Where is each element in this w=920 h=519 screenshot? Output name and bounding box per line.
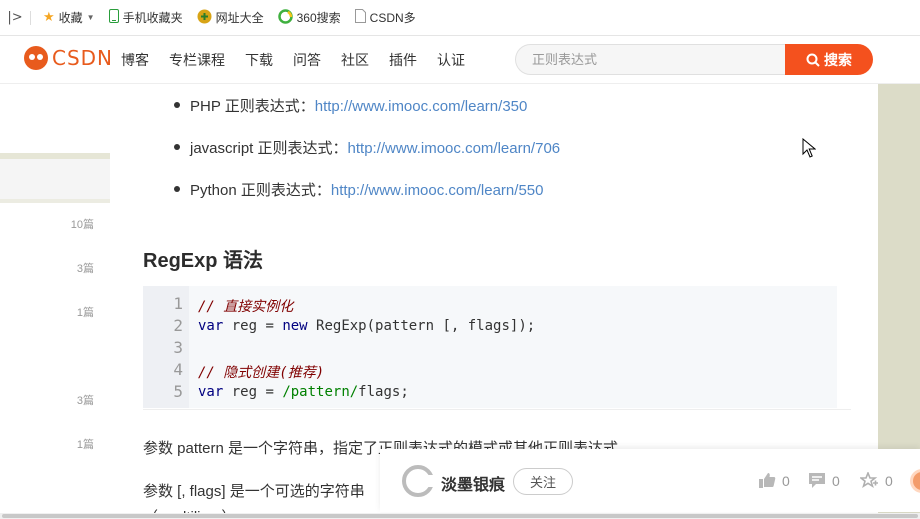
favorite-button[interactable]: 0 bbox=[860, 472, 893, 489]
360-search-icon bbox=[277, 8, 293, 27]
bullet-dot bbox=[174, 144, 180, 151]
sidebar-divider bbox=[0, 199, 110, 203]
list-item: PHP 正则表达式：http://www.imooc.com/learn/350 bbox=[174, 95, 527, 116]
bookmark-favorites[interactable]: ★ 收藏 ▼ bbox=[43, 9, 95, 26]
bookmark-label: 360搜索 bbox=[296, 11, 341, 25]
bookmark-label: CSDN多 bbox=[369, 11, 416, 25]
sidebar-toggle-icon[interactable]: |> bbox=[0, 10, 30, 25]
comment-icon bbox=[809, 473, 825, 488]
code-text: RegExp(pattern [, flags]); bbox=[307, 318, 536, 334]
logo-mascot-icon bbox=[24, 46, 48, 70]
nav-item-qa[interactable]: 问答 bbox=[293, 50, 321, 70]
archive-count[interactable]: 10篇 bbox=[71, 216, 94, 232]
code-text: flags; bbox=[358, 384, 409, 400]
globe-icon bbox=[197, 9, 212, 27]
code-regex: /pattern/ bbox=[282, 384, 359, 400]
code-line: var reg = /pattern/flags; bbox=[198, 384, 409, 400]
bookmarks-divider bbox=[30, 10, 31, 25]
star-icon: ★ bbox=[43, 10, 55, 25]
sidebar-section-header bbox=[0, 159, 110, 199]
bookmark-csdn[interactable]: CSDN多 bbox=[354, 9, 416, 26]
nav-item-plugins[interactable]: 插件 bbox=[389, 50, 417, 70]
comment-count: 0 bbox=[832, 472, 840, 489]
like-button[interactable]: 0 bbox=[758, 472, 790, 489]
line-number: 3 bbox=[173, 338, 183, 357]
paragraph: 参数 [, flags] 是一个可选的字符串 bbox=[143, 483, 365, 500]
course-link[interactable]: http://www.imooc.com/learn/706 bbox=[348, 140, 561, 157]
search-icon bbox=[806, 53, 820, 67]
code-block: 1 2 3 4 5 // 直接实例化 var reg = new RegExp(… bbox=[143, 286, 837, 408]
line-number: 5 bbox=[173, 382, 183, 401]
code-keyword: var bbox=[198, 318, 224, 334]
line-number: 4 bbox=[173, 360, 183, 379]
bookmark-mobile-favorites[interactable]: 手机收藏夹 bbox=[108, 9, 183, 26]
scrollbar-thumb[interactable] bbox=[2, 514, 918, 518]
bookmark-label: 网址大全 bbox=[215, 11, 264, 25]
search-input[interactable] bbox=[515, 44, 787, 75]
code-text: reg = bbox=[223, 318, 283, 334]
phone-icon bbox=[108, 9, 119, 26]
bullet-dot bbox=[174, 102, 180, 109]
nav-item-certification[interactable]: 认证 bbox=[437, 50, 465, 70]
author-avatar[interactable] bbox=[402, 465, 434, 497]
course-link[interactable]: http://www.imooc.com/learn/350 bbox=[315, 98, 528, 115]
left-sidebar: 10篇 3篇 1篇 3篇 1篇 bbox=[0, 84, 110, 519]
bookmark-label: 手机收藏夹 bbox=[122, 11, 183, 25]
bookmark-label: 收藏 bbox=[58, 11, 83, 25]
bullet-dot bbox=[174, 186, 180, 193]
archive-count[interactable]: 1篇 bbox=[77, 304, 94, 320]
horizontal-scrollbar[interactable] bbox=[0, 513, 920, 519]
author-toolbar: 淡墨银痕 关注 0 0 0 bbox=[380, 449, 920, 512]
nav-item-blog[interactable]: 博客 bbox=[121, 50, 149, 70]
line-number: 2 bbox=[173, 316, 183, 335]
code-line: // 隐式创建(推荐) bbox=[198, 362, 324, 382]
line-number: 1 bbox=[173, 294, 183, 313]
chevron-down-icon: ▼ bbox=[86, 13, 95, 22]
main-nav: 博客 专栏课程 下载 问答 社区 插件 认证 bbox=[121, 36, 485, 84]
thumbs-up-icon bbox=[759, 473, 776, 488]
user-avatar[interactable] bbox=[910, 469, 920, 493]
star-outline-icon bbox=[860, 472, 878, 489]
code-comment: // 直接实例化 bbox=[198, 299, 294, 315]
code-line: var reg = new RegExp(pattern [, flags]); bbox=[198, 318, 535, 334]
archive-count[interactable]: 3篇 bbox=[77, 260, 94, 276]
nav-item-download[interactable]: 下载 bbox=[245, 50, 273, 70]
like-count: 0 bbox=[782, 472, 790, 489]
section-heading: RegExp 语法 bbox=[143, 250, 264, 272]
list-item: Python 正则表达式：http://www.imooc.com/learn/… bbox=[174, 179, 543, 200]
mouse-cursor-icon bbox=[802, 138, 816, 158]
csdn-logo[interactable]: CSDN bbox=[24, 46, 113, 70]
course-link[interactable]: http://www.imooc.com/learn/550 bbox=[331, 182, 544, 199]
list-item-text: javascript 正则表达式： bbox=[190, 140, 348, 157]
archive-count[interactable]: 3篇 bbox=[77, 392, 94, 408]
logo-text: CSDN bbox=[52, 46, 114, 70]
site-header: CSDN 博客 专栏课程 下载 问答 社区 插件 认证 搜索 bbox=[0, 36, 920, 84]
page-icon bbox=[354, 9, 366, 26]
code-keyword: var bbox=[198, 384, 224, 400]
list-item-text: Python 正则表达式： bbox=[190, 182, 331, 199]
nav-item-community[interactable]: 社区 bbox=[341, 50, 369, 70]
bookmark-360-search[interactable]: 360搜索 bbox=[277, 8, 341, 27]
line-number-gutter: 1 2 3 4 5 bbox=[143, 286, 189, 408]
code-keyword: new bbox=[282, 318, 308, 334]
bookmarks-bar: |> ★ 收藏 ▼ 手机收藏夹 网址大全 360搜索 CSDN多 bbox=[0, 0, 920, 36]
search-button[interactable]: 搜索 bbox=[785, 44, 873, 75]
list-item-text: PHP 正则表达式： bbox=[190, 98, 315, 115]
code-divider bbox=[143, 409, 851, 410]
author-name[interactable]: 淡墨银痕 bbox=[441, 471, 505, 495]
code-line: // 直接实例化 bbox=[198, 296, 293, 316]
list-item: javascript 正则表达式：http://www.imooc.com/le… bbox=[174, 137, 560, 158]
archive-count[interactable]: 1篇 bbox=[77, 436, 94, 452]
nav-item-courses[interactable]: 专栏课程 bbox=[169, 50, 225, 70]
comment-button[interactable]: 0 bbox=[808, 472, 840, 489]
favorite-count: 0 bbox=[885, 472, 893, 489]
code-comment: // 隐式创建(推荐) bbox=[198, 365, 325, 381]
follow-button[interactable]: 关注 bbox=[513, 468, 573, 495]
search-button-label: 搜索 bbox=[824, 51, 852, 68]
code-text: reg = bbox=[223, 384, 283, 400]
bookmark-url-directory[interactable]: 网址大全 bbox=[197, 9, 264, 27]
